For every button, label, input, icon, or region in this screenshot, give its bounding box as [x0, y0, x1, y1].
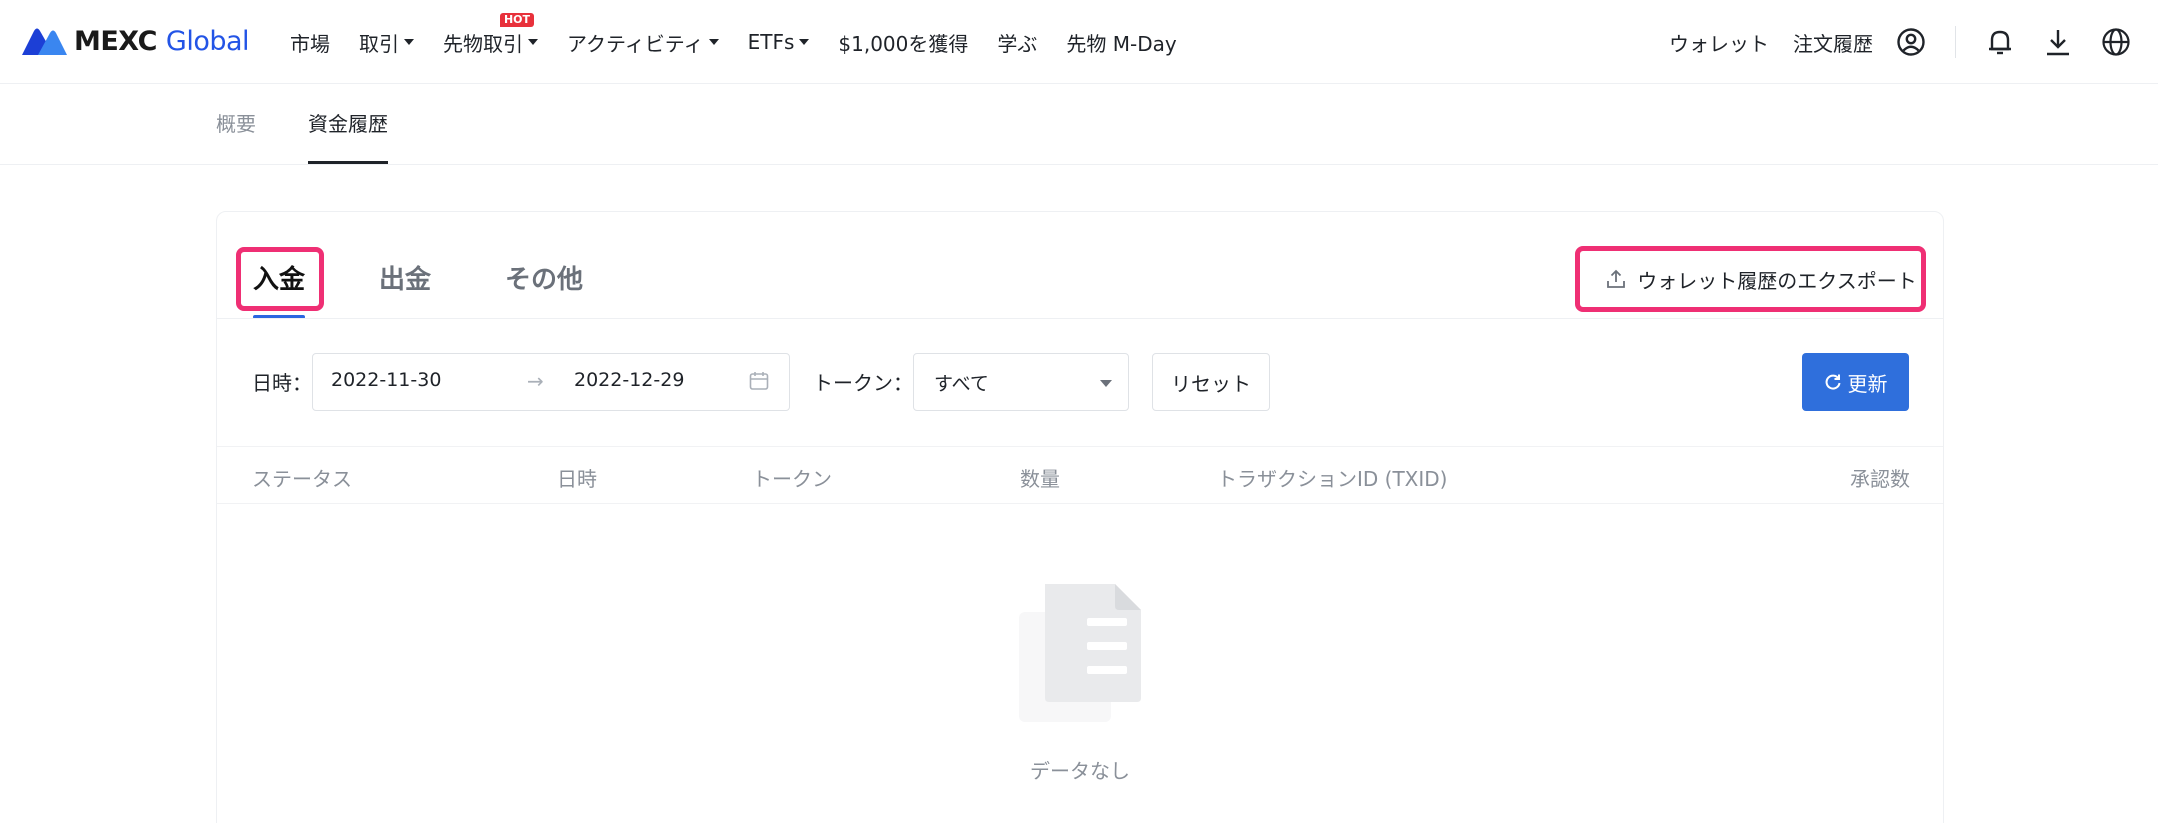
table-header: ステータス 日時 トークン 数量 トラザクションID (TXID) 承認数: [217, 446, 1943, 504]
tab-other[interactable]: その他: [505, 259, 583, 296]
nav-item-label: アクティビティ: [567, 31, 704, 56]
column-header-time: 日時: [557, 467, 597, 491]
top-navbar: MEXC Global 市場 取引 先物取引 HOT アクティビティ ETFs $…: [0, 0, 2158, 84]
reset-button[interactable]: リセット: [1152, 353, 1270, 411]
refresh-icon: [1825, 374, 1840, 390]
download-icon[interactable]: [2040, 24, 2076, 60]
brand-name-primary: MEXC: [74, 26, 157, 57]
token-select[interactable]: すべて: [913, 353, 1129, 411]
nav-item-label: 市場: [290, 31, 330, 56]
token-select-value: すべて: [934, 373, 989, 395]
empty-document-icon: [1019, 584, 1141, 722]
brand-wordmark: MEXC Global: [74, 22, 250, 62]
nav-item-trade[interactable]: 取引: [359, 28, 414, 57]
column-header-status: ステータス: [252, 467, 352, 491]
order-history-link[interactable]: 注文履歴: [1793, 28, 1873, 57]
column-header-confirmations: 承認数: [1850, 467, 1910, 491]
caret-down-icon: [708, 39, 719, 45]
nav-item-learn[interactable]: 学ぶ: [997, 28, 1037, 57]
date-filter-label: 日時：: [252, 371, 312, 395]
nav-right: ウォレット 注文履歴: [1669, 20, 2134, 64]
export-wallet-history-button[interactable]: ウォレット履歴のエクスポート: [1597, 250, 1925, 308]
column-header-txid: トラザクションID (TXID): [1217, 467, 1448, 491]
fund-history-card: 入金 出金 その他 ウォレット履歴のエクスポート 日時： 2022-11-30 …: [216, 211, 1944, 823]
wallet-link[interactable]: ウォレット: [1669, 28, 1769, 57]
caret-down-icon: [404, 39, 414, 45]
nav-item-earn-1000[interactable]: $1,000を獲得: [838, 28, 968, 57]
refresh-button-label: 更新: [1847, 371, 1888, 396]
caret-down-icon: [1100, 380, 1112, 387]
asset-subtabs: 概要 資金履歴: [0, 84, 2158, 165]
caret-down-icon: [528, 39, 538, 45]
upload-icon: [1607, 269, 1626, 288]
tab-withdraw[interactable]: 出金: [379, 259, 431, 296]
calendar-icon[interactable]: [748, 370, 770, 392]
tab-deposit[interactable]: 入金: [253, 259, 305, 296]
arrow-right-icon: →: [527, 369, 544, 393]
nav-divider: [1955, 26, 1956, 58]
nav-item-futures[interactable]: 先物取引 HOT: [443, 12, 538, 57]
nav-item-label: 取引: [359, 31, 399, 56]
tab-overview[interactable]: 概要: [216, 108, 256, 137]
nav-item-label: ETFs: [747, 30, 795, 54]
nav-item-label: 学ぶ: [997, 31, 1038, 56]
active-tab-indicator: [308, 161, 388, 164]
column-header-amount: 数量: [1020, 467, 1060, 491]
nav-item-etfs[interactable]: ETFs: [748, 30, 810, 54]
bell-icon[interactable]: [1982, 24, 2018, 60]
date-range-picker[interactable]: 2022-11-30 → 2022-12-29: [312, 353, 790, 411]
nav-item-label: 先物 M-Day: [1066, 31, 1177, 56]
empty-state-text: データなし: [1030, 759, 1130, 783]
tabs-divider: [217, 318, 1943, 319]
token-filter-label: トークン：: [813, 371, 913, 395]
nav-item-market[interactable]: 市場: [290, 28, 330, 57]
brand-logo[interactable]: MEXC Global: [20, 22, 250, 62]
date-end-input[interactable]: 2022-12-29: [574, 369, 684, 391]
user-circle-icon[interactable]: [1893, 24, 1929, 60]
brand-name-secondary: Global: [165, 26, 250, 57]
column-header-token: トークン: [752, 467, 832, 491]
nav-item-activity[interactable]: アクティビティ: [567, 28, 719, 57]
caret-down-icon: [799, 39, 810, 45]
mexc-logo-icon: [22, 28, 67, 55]
export-button-label: ウォレット履歴のエクスポート: [1637, 268, 1917, 293]
refresh-button[interactable]: 更新: [1802, 353, 1909, 411]
globe-icon[interactable]: [2098, 24, 2134, 60]
nav-item-label: 先物取引: [443, 31, 523, 56]
date-start-input[interactable]: 2022-11-30: [331, 369, 441, 391]
hot-badge: HOT: [499, 12, 534, 27]
main-nav: 市場 取引 先物取引 HOT アクティビティ ETFs $1,000を獲得 学ぶ …: [290, 12, 1206, 60]
tab-fund-history[interactable]: 資金履歴: [308, 108, 388, 137]
nav-item-futures-mday[interactable]: 先物 M-Day: [1066, 28, 1176, 57]
nav-item-label: $1,000を獲得: [838, 31, 969, 56]
